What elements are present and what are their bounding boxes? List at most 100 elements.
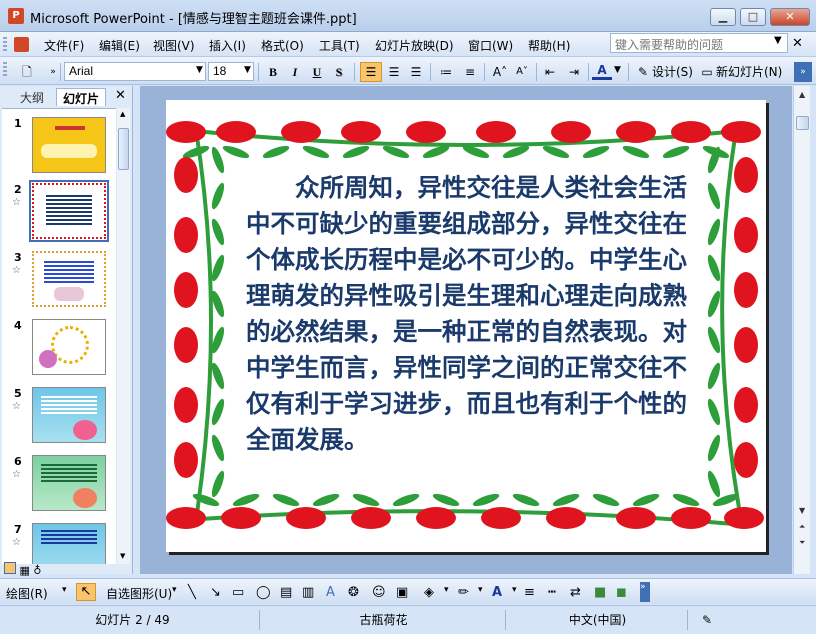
design-button[interactable]: 设计(S) <box>652 62 693 82</box>
menu-insert[interactable]: 插入(I) <box>209 37 246 54</box>
shadow-button[interactable]: S <box>330 62 348 82</box>
increase-font-icon[interactable]: A˄ <box>490 62 510 82</box>
align-center-icon[interactable]: ☰ <box>384 62 404 82</box>
scroll-down-icon[interactable]: ▼ <box>120 552 125 560</box>
slide-thumbnail-2[interactable]: 2 ☆ <box>2 180 116 243</box>
slide-thumbnail-7[interactable]: 7 ☆ <box>2 521 116 564</box>
previous-slide-icon[interactable]: ⏶ <box>799 522 805 532</box>
scroll-up-icon[interactable]: ▲ <box>799 90 805 99</box>
fill-color-icon[interactable]: ◈ <box>424 585 434 600</box>
menu-help[interactable]: 帮助(H) <box>528 37 570 54</box>
powerpoint-app-icon[interactable]: P <box>8 8 24 24</box>
chevron-down-icon[interactable]: ▾ <box>478 585 483 595</box>
new-document-icon[interactable]: 🗋 <box>18 62 36 82</box>
dash-style-icon[interactable]: ┅ <box>548 585 556 600</box>
window-title: Microsoft PowerPoint - [情感与理智主题班会课件.ppt] <box>30 12 357 27</box>
chevron-down-icon[interactable]: ▼ <box>244 65 251 75</box>
decrease-font-icon[interactable]: A˅ <box>512 62 532 82</box>
chevron-down-icon[interactable]: ▼ <box>196 65 203 75</box>
diagram-icon[interactable]: ❂ <box>348 585 359 600</box>
slide-body-text[interactable]: 众所周知，异性交往是人类社会生活中不可缺少的重要组成部分，异性交往在个体成长历程… <box>246 170 696 458</box>
chevron-down-icon[interactable]: ▾ <box>172 585 177 595</box>
menu-file[interactable]: 文件(F) <box>44 37 84 54</box>
document-close-button[interactable]: ✕ <box>792 36 803 51</box>
tab-slides[interactable]: 幻灯片 <box>56 88 107 106</box>
rose-flower-icon <box>174 157 198 193</box>
current-slide[interactable]: 众所周知，异性交往是人类社会生活中不可缺少的重要组成部分，异性交往在个体成长历程… <box>166 100 766 552</box>
insert-picture-icon[interactable]: ▣ <box>396 585 408 600</box>
autoshapes-button[interactable]: 自选图形(U) <box>106 585 172 602</box>
chevron-down-icon[interactable]: ▼ <box>614 65 621 75</box>
align-left-icon[interactable]: ☰ <box>360 62 382 82</box>
toolbar-options-icon[interactable]: » <box>794 62 812 82</box>
slide-scrollbar[interactable]: ▲ ▼ ⏶ ⏷ <box>793 86 810 574</box>
bullet-list-icon[interactable]: ≡ <box>460 62 480 82</box>
draw-menu-button[interactable]: 绘图(R) <box>6 585 48 602</box>
slide-thumbnail-3[interactable]: 3 ☆ <box>2 249 116 311</box>
scroll-thumb[interactable] <box>796 116 809 130</box>
decrease-indent-icon[interactable]: ⇤ <box>540 62 560 82</box>
rose-flower-icon <box>174 272 198 308</box>
normal-view-icon[interactable] <box>4 562 16 574</box>
arrow-tool-icon[interactable]: ↘ <box>210 585 221 600</box>
new-slide-button[interactable]: 新幻灯片(N) <box>716 62 782 82</box>
chevron-down-icon[interactable]: ▾ <box>512 585 517 595</box>
rectangle-tool-icon[interactable]: ▭ <box>232 585 244 600</box>
font-color-icon[interactable]: A <box>492 585 502 600</box>
menu-slideshow[interactable]: 幻灯片放映(D) <box>375 37 454 54</box>
chevron-down-icon[interactable]: ▾ <box>444 585 449 595</box>
slideshow-view-icon[interactable]: ♁ <box>33 564 41 577</box>
font-name-select[interactable]: Arial <box>64 62 206 81</box>
slide-sorter-view-icon[interactable]: ▦ <box>20 564 30 577</box>
slide-thumbnail-6[interactable]: 6 ☆ <box>2 453 116 515</box>
line-color-icon[interactable]: ✏ <box>458 585 469 600</box>
chevron-down-icon[interactable]: ▾ <box>62 585 67 595</box>
scroll-up-icon[interactable]: ▲ <box>120 110 125 118</box>
slide-thumbnail-4[interactable]: 4 <box>2 317 116 379</box>
menu-window[interactable]: 窗口(W) <box>468 37 513 54</box>
shadow-style-icon[interactable]: ■ <box>594 585 606 600</box>
next-slide-icon[interactable]: ⏷ <box>799 538 805 548</box>
wordart-icon[interactable]: A <box>326 585 335 600</box>
menu-tools[interactable]: 工具(T) <box>319 37 360 54</box>
arrow-style-icon[interactable]: ⇄ <box>570 585 581 600</box>
align-right-icon[interactable]: ☰ <box>406 62 426 82</box>
scroll-thumb[interactable] <box>118 128 129 170</box>
increase-indent-icon[interactable]: ⇥ <box>564 62 584 82</box>
chevron-down-icon[interactable]: ▼ <box>774 35 782 46</box>
slide-thumbnail-5[interactable]: 5 ☆ <box>2 385 116 447</box>
menu-view[interactable]: 视图(V) <box>153 37 195 54</box>
menu-edit[interactable]: 编辑(E) <box>99 37 140 54</box>
toolbar-options-icon[interactable]: » <box>640 582 650 602</box>
close-button[interactable]: ✕ <box>770 8 810 26</box>
menu-format[interactable]: 格式(O) <box>261 37 304 54</box>
document-icon[interactable] <box>14 37 29 52</box>
text-box-icon[interactable]: ▤ <box>280 585 292 600</box>
oval-tool-icon[interactable]: ◯ <box>256 585 271 600</box>
tab-outline[interactable]: 大纲 <box>14 88 50 106</box>
underline-button[interactable]: U <box>308 62 326 82</box>
maximize-button[interactable]: □ <box>740 8 766 26</box>
line-style-icon[interactable]: ≡ <box>524 585 535 600</box>
3d-style-icon[interactable]: ◼ <box>616 585 627 600</box>
italic-button[interactable]: I <box>286 62 304 82</box>
minimize-button[interactable]: ▁ <box>710 8 736 26</box>
rose-flower-icon <box>416 507 456 529</box>
select-objects-icon[interactable]: ↖ <box>76 583 96 601</box>
panel-close-button[interactable]: ✕ <box>115 88 126 103</box>
thumbnail-scrollbar[interactable]: ▲ ▼ <box>117 108 130 564</box>
line-tool-icon[interactable]: ╲ <box>188 585 196 600</box>
vertical-text-box-icon[interactable]: ▥ <box>302 585 314 600</box>
font-color-icon[interactable]: A <box>592 62 612 80</box>
bold-button[interactable]: B <box>264 62 282 82</box>
numbered-list-icon[interactable]: ≔ <box>436 62 456 82</box>
clip-art-icon[interactable]: ☺ <box>372 585 386 600</box>
slide-thumbnail-1[interactable]: 1 <box>2 115 116 177</box>
rose-flower-icon <box>174 442 198 478</box>
rose-flower-icon <box>721 121 761 143</box>
toolbar-grip-icon[interactable] <box>3 37 7 52</box>
toolbar-grip-icon[interactable] <box>3 62 7 78</box>
help-search-input[interactable]: 键入需要帮助的问题 <box>610 33 788 53</box>
scroll-down-icon[interactable]: ▼ <box>799 506 805 515</box>
spell-check-icon[interactable]: ✎ <box>692 610 722 630</box>
